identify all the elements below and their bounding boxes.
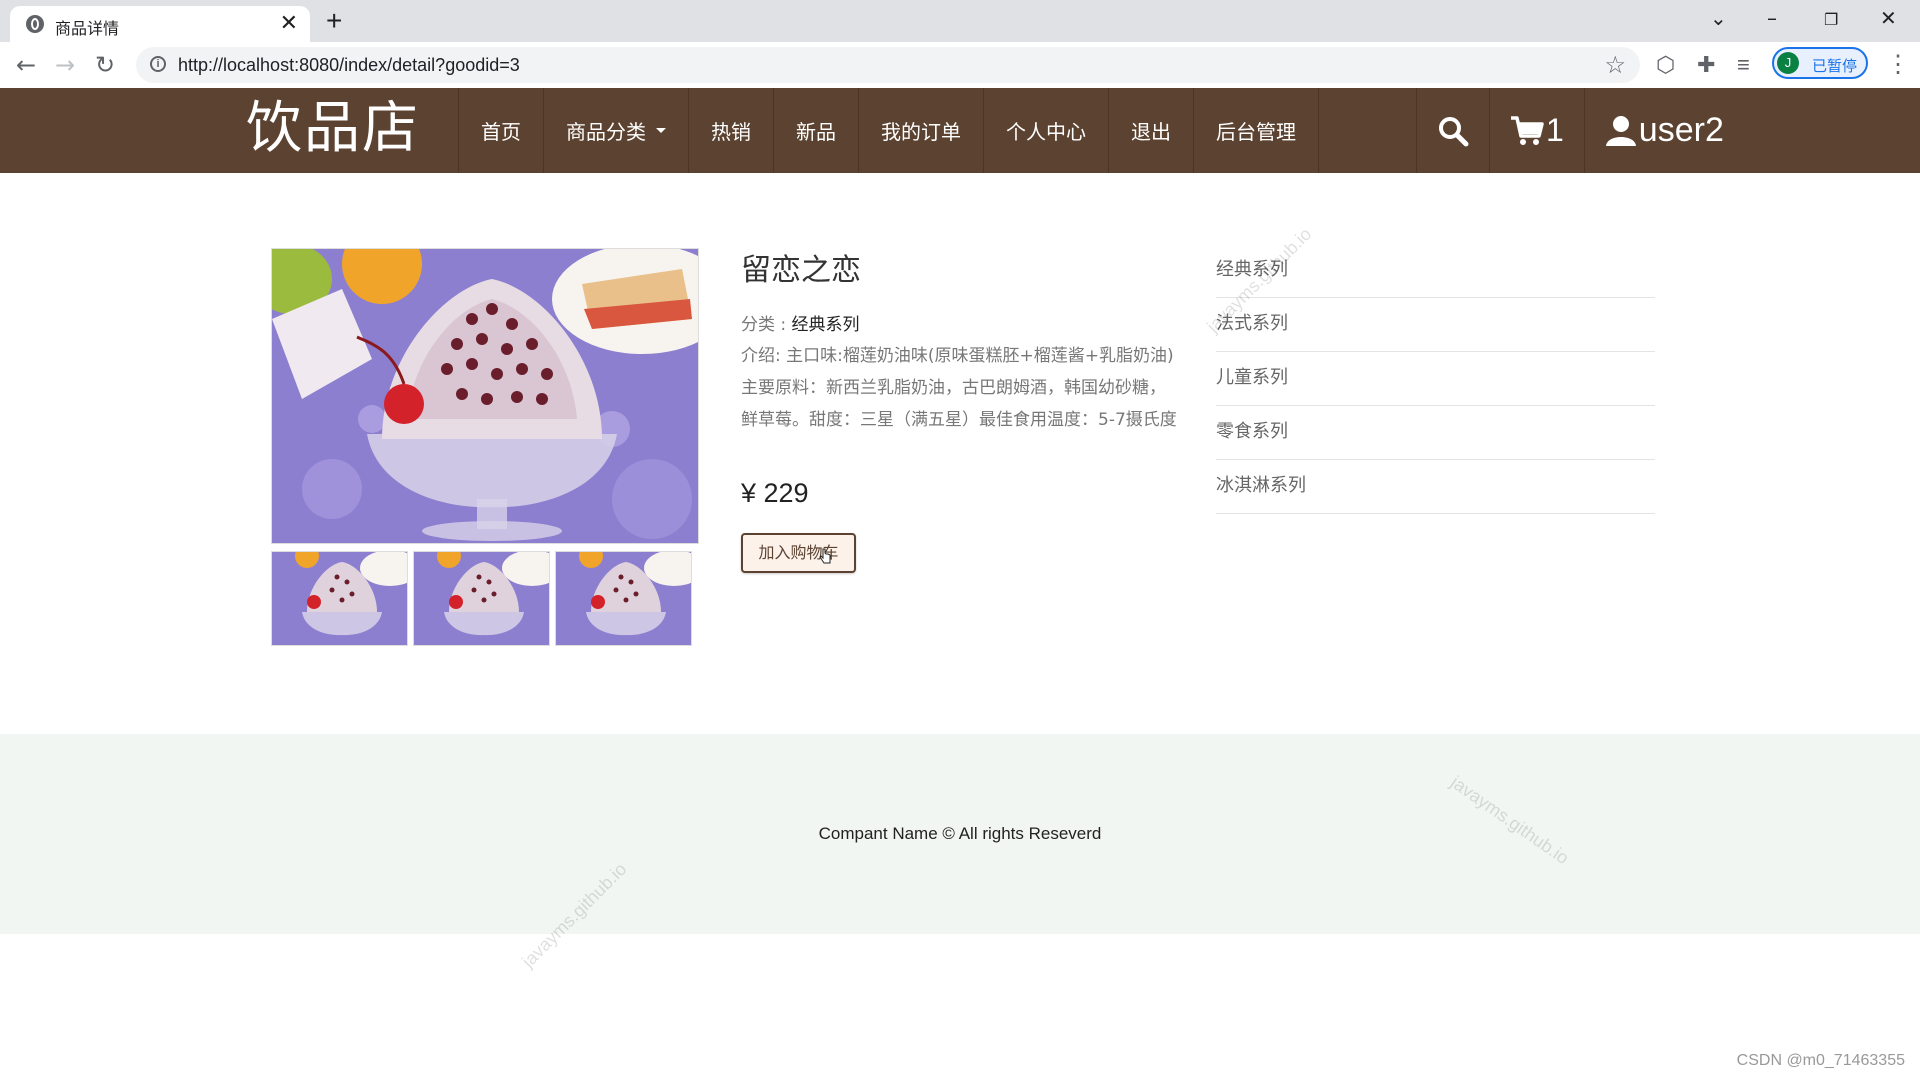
forward-arrow-icon[interactable]: → (55, 51, 75, 79)
browser-address-bar: ← → ↻ i http://localhost:8080/index/deta… (0, 42, 1920, 89)
main-nav: 首页 商品分类 热销 新品 我的订单 个人中心 退出 后台管理 (458, 88, 1319, 173)
bookmark-star-icon[interactable]: ☆ (1604, 51, 1626, 80)
header-actions: 1 user2 (1416, 88, 1744, 173)
cart-icon (1511, 115, 1544, 145)
site-footer: Compant Name © All rights Reseverd (0, 734, 1920, 934)
product-thumbnail[interactable] (413, 551, 550, 646)
caret-down-icon (656, 128, 666, 133)
reading-list-icon[interactable]: ≡ (1737, 52, 1750, 78)
username: user2 (1638, 111, 1724, 149)
sidebar-item-french[interactable]: 法式系列 (1216, 298, 1655, 352)
category-value[interactable]: 经典系列 (792, 315, 860, 335)
footer-copyright: Compant Name © All rights Reseverd (818, 824, 1102, 843)
add-to-cart-button[interactable]: 加入购物车 (741, 533, 856, 573)
user-icon (1605, 115, 1636, 146)
reload-icon[interactable]: ↻ (95, 51, 115, 79)
back-arrow-icon[interactable]: ← (16, 51, 36, 79)
restore-icon[interactable]: ❐ (1824, 8, 1838, 32)
nav-item-logout[interactable]: 退出 (1109, 88, 1194, 173)
tab-title: 商品详情 (55, 19, 120, 38)
minimize-icon[interactable]: – (1767, 6, 1777, 30)
csdn-watermark: CSDN @m0_71463355 (1736, 1052, 1905, 1069)
category-label: 分类 : (741, 315, 792, 335)
sidebar-item-kids[interactable]: 儿童系列 (1216, 352, 1655, 406)
cart-count: 1 (1546, 112, 1564, 148)
nav-label: 商品分类 (566, 120, 646, 144)
nav-label: 热销 (711, 120, 751, 144)
nav-label: 我的订单 (881, 120, 961, 144)
site-logo[interactable]: 饮品店 (246, 94, 420, 164)
nav-item-hot[interactable]: 热销 (689, 88, 774, 173)
url-omnibox[interactable]: i http://localhost:8080/index/detail?goo… (136, 47, 1640, 83)
window-close-icon[interactable]: ✕ (1880, 6, 1897, 30)
site-info-icon[interactable]: i (150, 56, 166, 72)
nav-label: 后台管理 (1216, 120, 1296, 144)
hand-cursor-icon (819, 548, 831, 564)
browser-tab-bar: 商品详情 ✕ + ⌄ – ❐ ✕ (0, 0, 1920, 42)
cart-button[interactable]: 1 (1490, 88, 1585, 173)
thumbnail-image (272, 552, 407, 645)
search-button[interactable] (1417, 88, 1490, 173)
nav-item-profile[interactable]: 个人中心 (984, 88, 1109, 173)
nav-item-new[interactable]: 新品 (774, 88, 859, 173)
nav-item-categories[interactable]: 商品分类 (544, 88, 689, 173)
puzzle-icon[interactable]: ✚ (1697, 52, 1715, 78)
nav-label: 退出 (1131, 120, 1171, 144)
product-thumbnail[interactable] (271, 551, 408, 646)
nav-label: 个人中心 (1006, 120, 1086, 144)
category-sidebar: 经典系列 法式系列 儿童系列 零食系列 冰淇淋系列 (1216, 244, 1655, 514)
product-thumbnail[interactable] (555, 551, 692, 646)
globe-icon (26, 15, 44, 33)
product-main-image[interactable] (271, 248, 699, 544)
search-icon (1439, 116, 1469, 146)
profile-button[interactable]: J 已暂停 (1772, 47, 1868, 79)
user-menu[interactable]: user2 (1585, 88, 1744, 173)
site-header: 饮品店 首页 商品分类 热销 新品 我的订单 个人中心 退出 后台管理 1 us… (0, 88, 1920, 173)
profile-status: 已暂停 (1812, 57, 1858, 75)
thumbnail-image (556, 552, 691, 645)
avatar: J (1777, 52, 1799, 74)
product-title: 留恋之恋 (741, 253, 861, 288)
browser-tab[interactable]: 商品详情 ✕ (10, 6, 310, 42)
thumbnail-image (414, 552, 549, 645)
nav-item-admin[interactable]: 后台管理 (1194, 88, 1319, 173)
more-menu-icon[interactable]: ⋮ (1886, 50, 1910, 79)
extension-icon[interactable]: ⬡ (1656, 52, 1675, 78)
nav-label: 首页 (481, 120, 521, 144)
new-tab-button[interactable]: + (326, 6, 342, 36)
nav-item-home[interactable]: 首页 (459, 88, 544, 173)
tab-search-chevron-icon[interactable]: ⌄ (1710, 6, 1727, 30)
tab-close-icon[interactable]: ✕ (280, 11, 298, 35)
sidebar-item-snacks[interactable]: 零食系列 (1216, 406, 1655, 460)
url-text[interactable]: http://localhost:8080/index/detail?goodi… (178, 55, 520, 76)
sidebar-item-icecream[interactable]: 冰淇淋系列 (1216, 460, 1655, 514)
product-description: 介绍: 主口味:榴莲奶油味(原味蛋糕胚+榴莲酱+乳脂奶油) 主要原料：新西兰乳脂… (741, 346, 1177, 430)
nav-label: 新品 (796, 120, 836, 144)
product-category: 分类 : 经典系列 (741, 310, 860, 335)
sundae-image (272, 249, 698, 543)
product-price: ¥ 229 (741, 478, 809, 508)
nav-item-orders[interactable]: 我的订单 (859, 88, 984, 173)
